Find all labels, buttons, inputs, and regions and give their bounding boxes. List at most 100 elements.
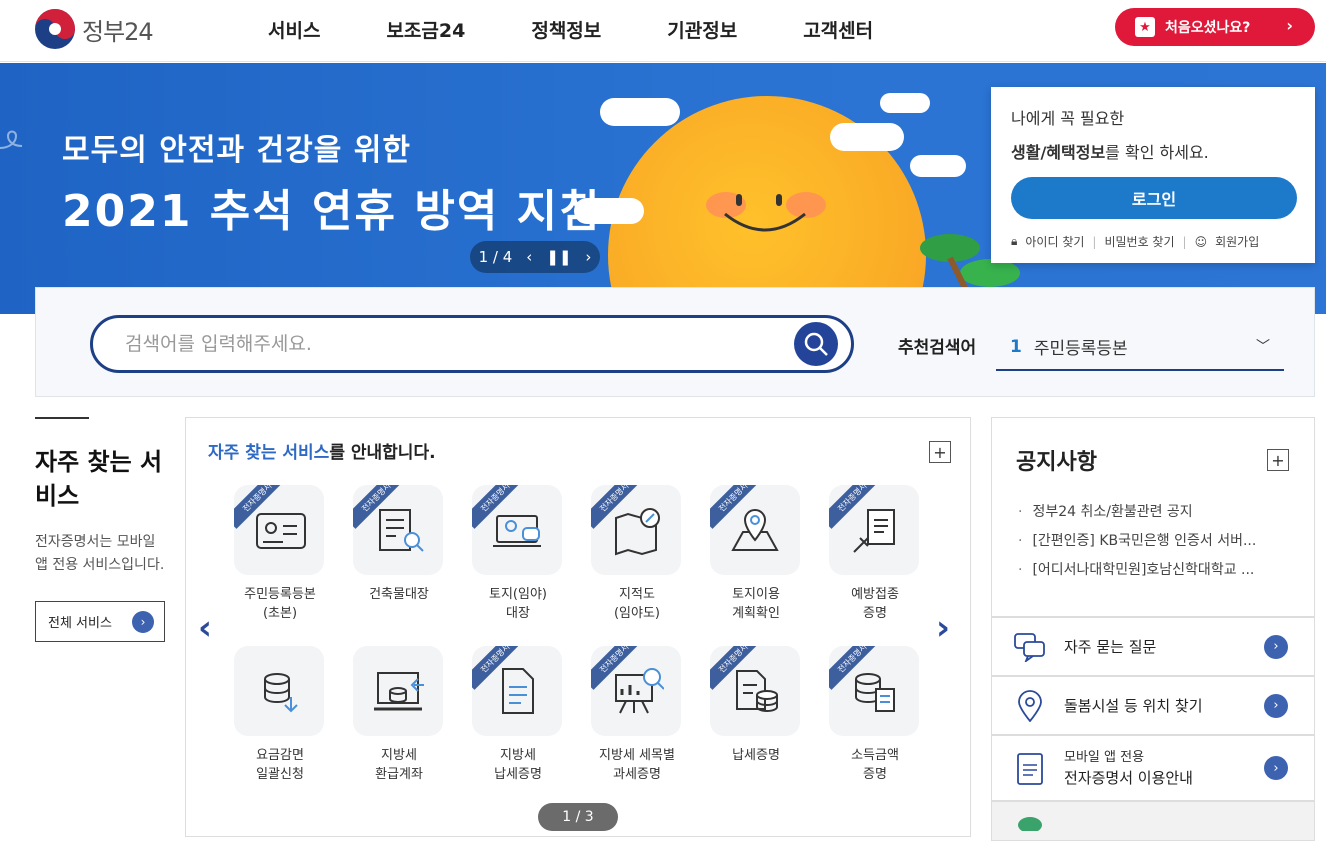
services-next-button[interactable]: › bbox=[936, 608, 950, 648]
service-label: 예방접종 증명 bbox=[829, 585, 921, 623]
eye-left bbox=[736, 194, 742, 206]
notice-panel: 공지사항 + 정부24 취소/환불관련 공지 [간편인증] KB국민은행 인증서… bbox=[991, 417, 1315, 617]
service-item[interactable]: 전자증명서납세증명 bbox=[710, 646, 802, 765]
service-item[interactable]: 요금감면 일괄신청 bbox=[234, 646, 326, 784]
service-item[interactable]: 전자증명서 건축물대장 bbox=[353, 485, 445, 604]
banner-page-indicator: 1 / 4 bbox=[478, 248, 513, 266]
quick-link-label: 전자증명서 이용안내 bbox=[1064, 769, 1193, 787]
find-password-link[interactable]: 비밀번호 찾기 bbox=[1104, 233, 1174, 250]
service-item[interactable]: 전자증명서 소득금액 증명 bbox=[829, 646, 921, 784]
map-pin-icon bbox=[731, 509, 779, 551]
search-box bbox=[90, 315, 854, 373]
banner-title-line2: 2021 추석 연휴 방역 지침 bbox=[62, 186, 602, 237]
service-label-line2: 대장 bbox=[506, 606, 530, 621]
login-button[interactable]: 로그인 bbox=[1011, 177, 1297, 219]
cloud-5 bbox=[574, 198, 644, 224]
banner-next-button[interactable]: › bbox=[585, 248, 591, 266]
service-label-line1: 토지이용 bbox=[732, 587, 780, 602]
service-item[interactable]: 전자증명서 토지이용 계획확인 bbox=[710, 485, 802, 623]
notice-item[interactable]: [간편인증] KB국민은행 인증서 서버... bbox=[1018, 527, 1288, 556]
service-item[interactable]: 전자증명서토지(임야) 대장 bbox=[472, 485, 564, 623]
service-label-line2: (초본) bbox=[262, 606, 298, 621]
location-pin-icon bbox=[1014, 689, 1046, 722]
cloud-3 bbox=[880, 93, 930, 113]
find-id-link[interactable]: 아이디 찾기 bbox=[1025, 233, 1084, 250]
services-prev-button[interactable]: ‹ bbox=[198, 608, 212, 648]
cloud-1 bbox=[600, 98, 680, 126]
divider: | bbox=[1182, 234, 1187, 249]
chevron-right-icon: › bbox=[1264, 634, 1288, 659]
service-label: 요금감면 일괄신청 bbox=[234, 746, 326, 784]
search-button[interactable] bbox=[794, 322, 838, 366]
login-links: 🔒︎ 아이디 찾기 | 비밀번호 찾기 | ☺ 회원가입 bbox=[1011, 233, 1295, 250]
service-item[interactable]: 전자증명서 지적도 (임야도) bbox=[591, 485, 683, 623]
service-item[interactable]: 전자증명서 주민등록등본 (초본) bbox=[234, 485, 326, 623]
service-tile: 전자증명서 bbox=[710, 646, 800, 736]
chevron-right-icon: › bbox=[132, 611, 154, 633]
document-search-icon bbox=[379, 509, 424, 552]
user-icon: ☺ bbox=[1194, 234, 1208, 249]
service-tile: 전자증명서 bbox=[591, 646, 681, 736]
service-item[interactable]: 전자증명서지방세 세목별 과세증명 bbox=[591, 646, 683, 784]
nav-item-subsidy[interactable]: 보조금24 bbox=[386, 16, 465, 43]
frequent-heading-text: 자주 찾는 서비스 bbox=[35, 448, 163, 510]
banner-pager: 1 / 4 ‹ ❚❚ › bbox=[470, 241, 600, 273]
service-item[interactable]: 전자증명서 지방세 납세증명 bbox=[472, 646, 564, 784]
service-tile: 전자증명서 bbox=[353, 485, 443, 575]
notice-more-button[interactable]: + bbox=[1267, 449, 1289, 471]
login-panel: 나에게 꼭 필요한 생활/혜택정보를 확인 하세요. 로그인 🔒︎ 아이디 찾기… bbox=[991, 87, 1315, 263]
service-item[interactable]: 전자증명서 예방접종 증명 bbox=[829, 485, 921, 623]
service-label: 주민등록등본 (초본) bbox=[234, 585, 326, 623]
coins-down-icon bbox=[264, 673, 298, 713]
first-visit-label: 처음오셨나요? bbox=[1165, 20, 1251, 36]
quick-link-faq[interactable]: 자주 묻는 질문 › bbox=[991, 617, 1315, 676]
banner-pause-button[interactable]: ❚❚ bbox=[546, 248, 571, 266]
service-item[interactable]: 지방세 환급계좌 bbox=[353, 646, 445, 784]
service-label: 지방세 세목별 과세증명 bbox=[591, 746, 683, 784]
nav-item-agency[interactable]: 기관정보 bbox=[667, 16, 737, 43]
all-services-button[interactable]: 전체 서비스 › bbox=[35, 601, 165, 642]
coins-document-icon bbox=[855, 673, 895, 712]
service-tile: 전자증명서 bbox=[472, 485, 562, 575]
main-nav: 서비스 보조금24 정책정보 기관정보 고객센터 bbox=[268, 16, 939, 43]
search-input[interactable] bbox=[125, 333, 775, 355]
services-title: 자주 찾는 서비스를 안내합니다. bbox=[208, 438, 436, 463]
recommend-label: 추천검색어 bbox=[898, 338, 977, 358]
login-prompt-rest: 를 확인 하세요. bbox=[1105, 143, 1209, 162]
services-more-button[interactable]: + bbox=[929, 441, 951, 463]
service-label-line2: 계획확인 bbox=[732, 606, 780, 621]
recommend-dropdown[interactable]: 1 주민등록등본 ﹀ bbox=[996, 324, 1284, 371]
quick-link-sub: 모바일 앱 전용 bbox=[1064, 750, 1145, 765]
notice-item[interactable]: 정부24 취소/환불관련 공지 bbox=[1018, 498, 1288, 527]
quick-link-label: 자주 묻는 질문 bbox=[1064, 637, 1157, 656]
login-prompt-bold: 생활/혜택정보 bbox=[1011, 143, 1106, 162]
quick-link-label: 돌봄시설 등 위치 찾기 bbox=[1064, 696, 1203, 715]
service-label-line2: 증명 bbox=[863, 606, 887, 621]
laptop-map-icon bbox=[493, 515, 541, 547]
nav-item-policy[interactable]: 정책정보 bbox=[531, 16, 601, 43]
banner-prev-button[interactable]: ‹ bbox=[526, 248, 532, 266]
plus-icon: + bbox=[1271, 450, 1285, 470]
services-title-rest: 를 안내합니다. bbox=[329, 443, 436, 463]
id-card-icon bbox=[256, 513, 306, 549]
recommend-value: 주민등록등본 bbox=[1033, 339, 1128, 359]
nav-item-service[interactable]: 서비스 bbox=[268, 16, 320, 43]
quick-link-certificate[interactable]: 모바일 앱 전용 전자증명서 이용안내 › bbox=[991, 735, 1315, 801]
site-logo[interactable]: 정부24 bbox=[34, 8, 154, 50]
frequent-desc: 전자증명서는 모바일 앱 전용 서비스입니다. bbox=[35, 534, 165, 573]
search-section: 추천검색어 1 주민등록등본 ﹀ bbox=[35, 287, 1315, 397]
service-label-line1: 토지(임야) bbox=[489, 587, 547, 602]
first-visit-button[interactable]: ★ 처음오셨나요? › bbox=[1115, 8, 1315, 46]
quick-link-partial[interactable] bbox=[991, 801, 1315, 841]
signup-link[interactable]: 회원가입 bbox=[1215, 233, 1259, 250]
service-label: 지방세 환급계좌 bbox=[353, 746, 445, 784]
banner-title-line1: 모두의 안전과 건강을 위한 bbox=[62, 133, 411, 168]
service-label: 납세증명 bbox=[710, 746, 802, 765]
nav-item-customer-center[interactable]: 고객센터 bbox=[803, 16, 873, 43]
notice-item[interactable]: [어디서나대학민원]호남신학대학교 ... bbox=[1018, 556, 1288, 585]
swirl-cloud-icon bbox=[0, 130, 23, 149]
coin-tray-icon bbox=[374, 672, 424, 711]
services-title-highlight: 자주 찾는 서비스 bbox=[208, 443, 330, 463]
service-label: 지적도 (임야도) bbox=[591, 585, 683, 623]
quick-link-location[interactable]: 돌봄시설 등 위치 찾기 › bbox=[991, 676, 1315, 735]
